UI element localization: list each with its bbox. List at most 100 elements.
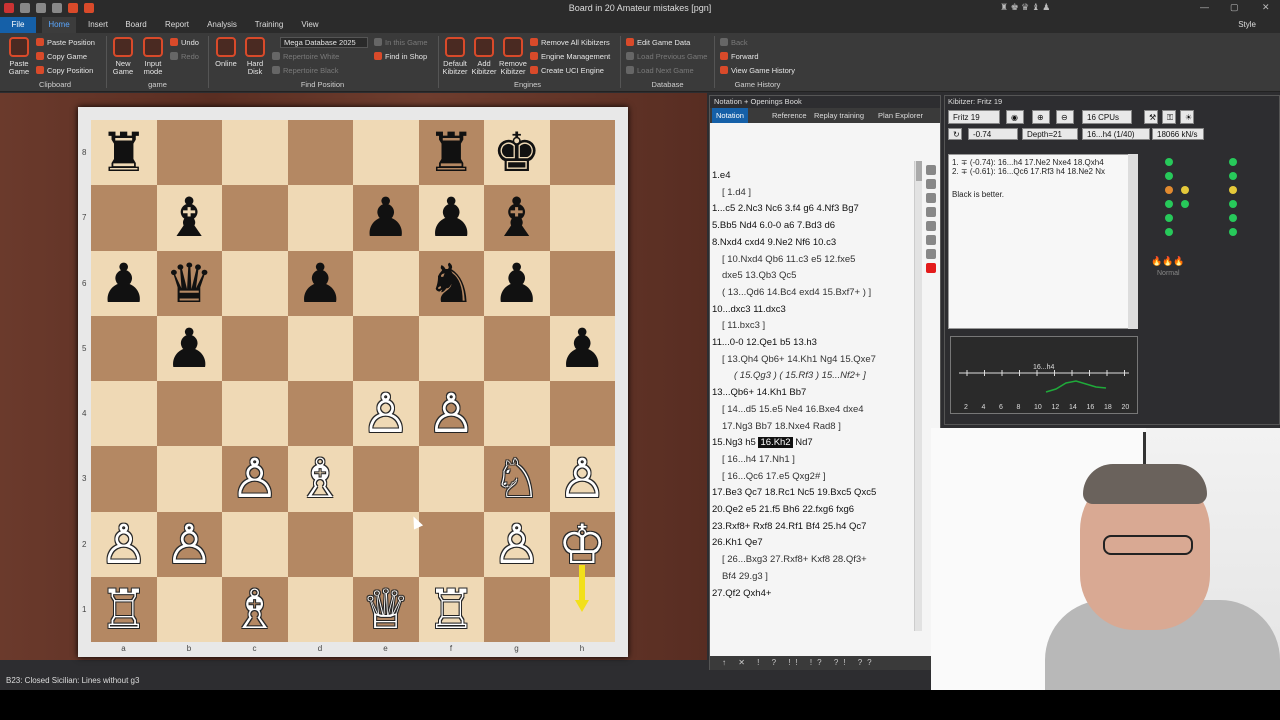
square-d2[interactable] [287, 511, 353, 577]
load-previous-game-button[interactable]: Load Previous Game [626, 51, 707, 63]
engine-lines[interactable]: 1. ∓ (-0.74): 16...h4 17.Ne2 Nxe4 18.Qxh… [948, 154, 1138, 329]
engine-lines-scrollbar[interactable] [1128, 154, 1138, 329]
copy-position-button[interactable]: Copy Position [36, 65, 93, 77]
hard-disk-button[interactable]: Hard Disk [242, 37, 268, 76]
black-pawn-e7[interactable]: ♟ [353, 185, 419, 250]
square-d7[interactable] [287, 185, 353, 251]
square-e6[interactable] [353, 250, 419, 316]
edit-game-data-button[interactable]: Edit Game Data [626, 37, 690, 49]
repertoire-white-button[interactable]: Repertoire White [272, 51, 339, 63]
move-line[interactable]: [ 10.Nxd4 Qb6 11.c3 e5 12.fxe5 [722, 254, 855, 266]
square-c4[interactable] [222, 381, 288, 447]
square-h8[interactable] [549, 120, 615, 186]
black-bishop-g7[interactable]: ♝ [484, 185, 550, 250]
square-d5[interactable] [287, 315, 353, 381]
square-b1[interactable] [156, 576, 222, 642]
move-line[interactable]: 20.Qe2 e5 21.f5 Bh6 22.fxg6 fxg6 [712, 504, 854, 516]
menu-analysis[interactable]: Analysis [202, 17, 242, 33]
forward-button[interactable]: Forward [720, 51, 759, 63]
paste-game-button[interactable]: Paste Game [6, 37, 32, 76]
font-icon[interactable] [926, 193, 936, 203]
minimize-button[interactable]: — [1200, 2, 1209, 12]
black-pawn-b5[interactable]: ♟ [157, 316, 223, 381]
in-this-game-button[interactable]: In this Game [374, 37, 428, 49]
white-pawn-b2[interactable]: ♙ [157, 512, 223, 577]
notation-scrollbar[interactable] [914, 161, 922, 631]
square-f5[interactable] [418, 315, 484, 381]
repertoire-black-button[interactable]: Repertoire Black [272, 65, 338, 77]
square-c2[interactable] [222, 511, 288, 577]
move-line[interactable]: 13...Qb6+ 14.Kh1 Bb7 [712, 387, 806, 399]
copy-game-button[interactable]: Copy Game [36, 51, 87, 63]
white-pawn-e4[interactable]: ♙ [353, 381, 419, 446]
black-pawn-f7[interactable]: ♟ [419, 185, 485, 250]
engine-management-button[interactable]: Engine Management [530, 51, 610, 63]
move-line[interactable]: 8.Nxd4 cxd4 9.Ne2 Nf6 10.c3 [712, 237, 836, 249]
add-kibitzer-button[interactable]: Add Kibitzer [470, 37, 498, 76]
square-h4[interactable] [549, 381, 615, 447]
hammer-icon[interactable]: ⚒ [1144, 110, 1158, 124]
move-line[interactable]: ( 15.Qg3 ) ( 15.Rf3 ) 15...Nf2+ ] [734, 370, 866, 382]
new-game-button[interactable]: New Game [110, 37, 136, 76]
zoom-out-icon[interactable]: ⊖ [1056, 110, 1074, 124]
input-mode-button[interactable]: Input mode [140, 37, 166, 76]
move-line[interactable]: 1...c5 2.Nc3 Nc6 3.f4 g6 4.Nf3 Bg7 [712, 203, 859, 215]
square-a5[interactable] [91, 315, 157, 381]
annotation-symbols[interactable]: ↑ ✕ ! ? !! !? ?! ?? [710, 656, 940, 670]
square-e2[interactable] [353, 511, 419, 577]
maximize-button[interactable]: ▢ [1230, 2, 1239, 13]
current-move[interactable]: 16.Kh2 [758, 437, 793, 449]
black-pawn-g6[interactable]: ♟ [484, 251, 550, 316]
move-line[interactable]: 26.Kh1 Qe7 [712, 537, 763, 549]
move-list[interactable]: 1.e4 [ 1.d4 ] 1...c5 2.Nc3 Nc6 3.f4 g6 4.N… [712, 166, 917, 636]
move-line[interactable]: 15.Ng3 h5 16.Kh2 Nd7 [712, 437, 813, 449]
lock-icon[interactable]: ⚿ [1162, 110, 1176, 124]
square-d4[interactable] [287, 381, 353, 447]
move-line[interactable]: ( 13...Qd6 14.Bc4 exd4 15.Bxf7+ ) ] [722, 287, 871, 299]
engine-name[interactable]: Fritz 19 [948, 110, 1000, 124]
square-g5[interactable] [484, 315, 550, 381]
square-e5[interactable] [353, 315, 419, 381]
square-a4[interactable] [91, 381, 157, 447]
square-b3[interactable] [156, 446, 222, 512]
black-knight-f6[interactable]: ♞ [419, 251, 485, 316]
white-queen-e1[interactable]: ♕ [353, 577, 419, 642]
move-line[interactable]: Bf4 29.g3 ] [722, 571, 768, 583]
cpu-count[interactable]: 16 CPUs [1082, 110, 1132, 124]
move-line[interactable]: [ 1.d4 ] [722, 187, 751, 199]
square-c5[interactable] [222, 315, 288, 381]
paste-position-button[interactable]: Paste Position [36, 37, 95, 49]
refresh-icon[interactable]: ↻ [948, 128, 962, 140]
zoom-in-icon[interactable]: ⊕ [1032, 110, 1050, 124]
square-g4[interactable] [484, 381, 550, 447]
tab-notation[interactable]: Notation [712, 108, 748, 123]
online-button[interactable]: Online [212, 37, 240, 68]
white-pawn-c3[interactable]: ♙ [222, 446, 288, 511]
white-pawn-g2[interactable]: ♙ [484, 512, 550, 577]
text-icon[interactable] [926, 207, 936, 217]
white-bishop-c1[interactable]: ♗ [222, 577, 288, 642]
white-rook-a1[interactable]: ♖ [91, 577, 157, 642]
square-e8[interactable] [353, 120, 419, 186]
close-button[interactable]: ✕ [1262, 2, 1270, 13]
square-c7[interactable] [222, 185, 288, 251]
black-pawn-d6[interactable]: ♟ [288, 251, 354, 316]
square-b8[interactable] [156, 120, 222, 186]
square-g1[interactable] [484, 576, 550, 642]
square-e3[interactable] [353, 446, 419, 512]
mark-icon[interactable] [926, 165, 936, 175]
white-knight-g3[interactable]: ♘ [484, 446, 550, 511]
move-line[interactable]: [ 13.Qh4 Qb6+ 14.Kh1 Ng4 15.Qxe7 [722, 354, 876, 366]
menu-insert[interactable]: Insert [82, 17, 114, 33]
white-bishop-d3[interactable]: ♗ [288, 446, 354, 511]
color-icon[interactable] [926, 235, 936, 245]
remove-kibitzer-button[interactable]: Remove Kibitzer [498, 37, 528, 76]
light-icon[interactable]: ☀ [1180, 110, 1194, 124]
white-pawn-h3[interactable]: ♙ [550, 446, 616, 511]
move-line[interactable]: 5.Bb5 Nd4 6.0-0 a6 7.Bd3 d6 [712, 220, 835, 232]
square-c8[interactable] [222, 120, 288, 186]
move-line[interactable]: 27.Qf2 Qxh4+ [712, 588, 771, 600]
square-a3[interactable] [91, 446, 157, 512]
black-king-g8[interactable]: ♚ [484, 120, 550, 185]
chessboard[interactable]: ♜ ♜ ♚ ♝ ♟ ♟ ♝ ♟ ♛ ♟ ♞ ♟ ♟ ♟ ♙ ♙ ♙ ♗ ♘ ♙ ♙ ♙ ♙ ♔ ♖ ♗ ♕ ♖ [91, 120, 615, 642]
